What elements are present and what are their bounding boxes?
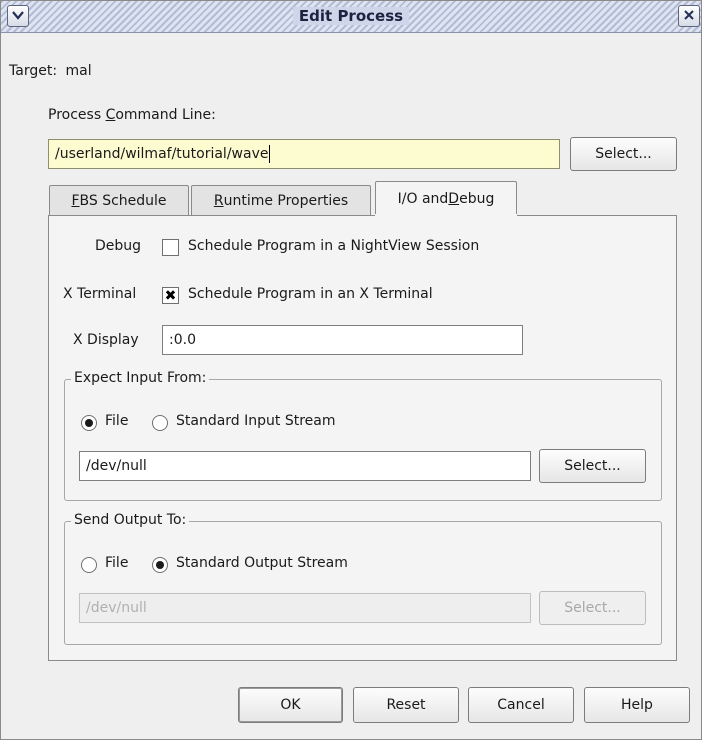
edit-process-dialog: Edit Process Target: mal Process Command… — [0, 0, 702, 740]
command-select-button[interactable]: Select... — [570, 137, 677, 171]
title-bar[interactable]: Edit Process — [1, 1, 701, 33]
tab-gap — [375, 214, 517, 217]
target-label: Target: — [9, 63, 58, 79]
output-file-radio[interactable] — [81, 557, 97, 573]
text-caret — [269, 145, 271, 163]
target-value: mal — [65, 63, 92, 79]
output-group — [64, 521, 662, 645]
target-row: Target: mal — [9, 63, 92, 79]
debug-checkbox[interactable] — [162, 239, 179, 256]
io-debug-panel: Debug Schedule Program in a NightView Se… — [48, 215, 677, 661]
check-icon: ✖ — [164, 287, 177, 304]
input-select-button[interactable]: Select... — [539, 449, 646, 483]
xterminal-label: X Terminal — [63, 286, 137, 302]
input-file-label[interactable]: File — [105, 413, 128, 429]
xdisplay-label: X Display — [73, 332, 139, 348]
help-button[interactable]: Help — [584, 687, 690, 723]
close-button[interactable] — [678, 5, 700, 27]
output-file-label[interactable]: File — [105, 555, 128, 571]
command-line-label: Process Command Line: — [48, 107, 216, 123]
tab-runtime-properties[interactable]: Runtime Properties — [191, 185, 371, 215]
input-stream-label[interactable]: Standard Input Stream — [176, 413, 336, 429]
output-stream-label[interactable]: Standard Output Stream — [176, 555, 348, 571]
input-file-radio[interactable] — [81, 415, 97, 431]
cancel-button[interactable]: Cancel — [468, 687, 574, 723]
window-title: Edit Process — [292, 7, 410, 25]
tab-io-and-debug[interactable]: I/O and Debug — [375, 181, 517, 215]
ok-button[interactable]: OK — [238, 687, 343, 723]
reset-button[interactable]: Reset — [353, 687, 459, 723]
output-select-button: Select... — [539, 591, 646, 625]
close-icon — [684, 9, 694, 24]
output-stream-radio[interactable] — [152, 557, 168, 573]
input-stream-radio[interactable] — [152, 415, 168, 431]
tab-fbs-schedule[interactable]: F BS Schedule — [49, 185, 189, 215]
command-line-input[interactable]: /userland/wilmaf/tutorial/wave — [48, 139, 560, 169]
xterminal-checkbox[interactable]: ✖ — [162, 287, 179, 304]
xdisplay-input[interactable]: :0.0 — [162, 325, 523, 355]
input-group-legend: Expect Input From: — [71, 370, 210, 386]
input-path-field[interactable]: /dev/null — [79, 451, 531, 481]
debug-checkbox-label[interactable]: Schedule Program in a NightView Session — [188, 238, 479, 254]
output-group-legend: Send Output To: — [71, 512, 190, 528]
xterminal-checkbox-label[interactable]: Schedule Program in an X Terminal — [188, 286, 433, 302]
output-path-field: /dev/null — [79, 593, 531, 623]
debug-label: Debug — [95, 238, 142, 254]
